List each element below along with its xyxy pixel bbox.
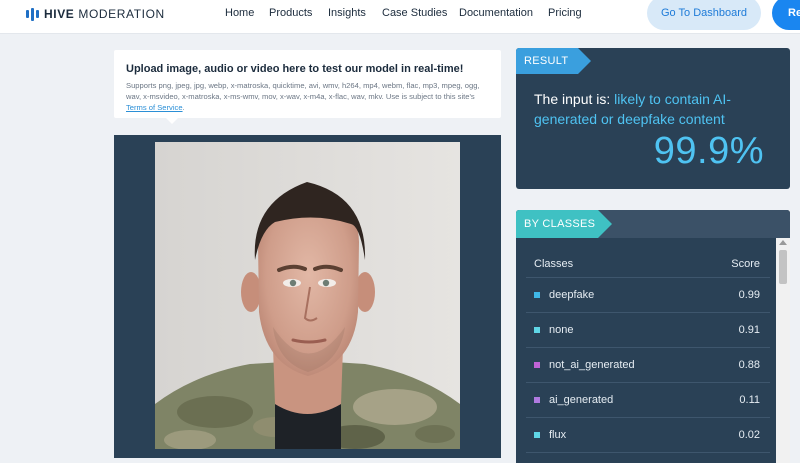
hive-logo[interactable]: HIVE MODERATION — [26, 7, 165, 21]
class-color-dot — [534, 327, 540, 333]
class-row: ai_generated 0.11 — [526, 383, 770, 418]
class-score: 0.88 — [738, 359, 760, 371]
class-name: flux — [549, 429, 567, 441]
class-row: flux 0.02 — [526, 418, 770, 453]
result-score: 99.9% — [653, 130, 764, 172]
result-prefix: The input is: — [534, 91, 615, 107]
header-score: Score — [731, 257, 760, 270]
classes-table-header: Classes Score — [526, 250, 770, 278]
go-to-dashboard-button[interactable]: Go To Dashboard — [647, 0, 761, 30]
upload-description: Supports png, jpeg, jpg, webp, x-matrosk… — [126, 80, 489, 113]
classes-scrollbar[interactable] — [776, 238, 790, 463]
header-classes: Classes — [534, 257, 574, 270]
upload-card-pointer — [166, 118, 178, 124]
class-name: none — [549, 324, 574, 336]
scroll-thumb[interactable] — [779, 250, 787, 284]
class-name: ai_generated — [549, 394, 614, 406]
nav-link-pricing[interactable]: Pricing — [548, 7, 582, 19]
class-row: deepfake 0.99 — [526, 278, 770, 313]
classes-card: BY CLASSES Classes Score deepfake 0.99 n… — [516, 210, 790, 463]
nav-link-insights[interactable]: Insights — [328, 7, 366, 19]
class-row: none 0.91 — [526, 313, 770, 348]
uploaded-image — [155, 142, 460, 449]
logo-text: HIVE MODERATION — [44, 7, 165, 21]
classes-table: Classes Score deepfake 0.99 none 0.91 no… — [526, 250, 770, 453]
logo-bold: HIVE — [44, 7, 75, 21]
nav-link-case-studies[interactable]: Case Studies — [382, 7, 447, 19]
class-row: not_ai_generated 0.88 — [526, 348, 770, 383]
result-card: RESULT The input is: likely to contain A… — [516, 48, 790, 189]
result-tag: RESULT — [516, 48, 591, 74]
class-color-dot — [534, 292, 540, 298]
terms-suffix: . — [182, 103, 185, 112]
nav-link-home[interactable]: Home — [225, 7, 254, 19]
result-text: The input is: likely to contain AI-gener… — [534, 89, 774, 129]
class-score: 0.91 — [738, 324, 760, 336]
supported-formats: Supports png, jpeg, jpg, webp, x-matrosk… — [126, 81, 480, 101]
hive-logo-icon — [26, 7, 39, 21]
logo-light: MODERATION — [78, 7, 165, 21]
class-score: 0.02 — [738, 429, 760, 441]
top-nav: HIVE MODERATION Home Products Insights C… — [0, 0, 800, 34]
nav-link-documentation[interactable]: Documentation — [459, 7, 533, 19]
upload-card[interactable]: Upload image, audio or video here to tes… — [114, 50, 501, 118]
class-color-dot — [534, 432, 540, 438]
class-color-dot — [534, 397, 540, 403]
classes-tag: BY CLASSES — [516, 210, 612, 238]
nav-link-products[interactable]: Products — [269, 7, 312, 19]
class-color-dot — [534, 362, 540, 368]
class-name: deepfake — [549, 289, 595, 301]
upload-title: Upload image, audio or video here to tes… — [126, 63, 464, 75]
scroll-up-icon[interactable] — [779, 240, 787, 245]
class-score: 0.11 — [739, 394, 760, 406]
request-demo-button[interactable]: Re — [772, 0, 800, 30]
class-name: not_ai_generated — [549, 359, 635, 371]
terms-of-service-link[interactable]: Terms of Service — [126, 103, 183, 112]
class-score: 0.99 — [738, 289, 760, 301]
media-preview-panel — [114, 135, 501, 458]
